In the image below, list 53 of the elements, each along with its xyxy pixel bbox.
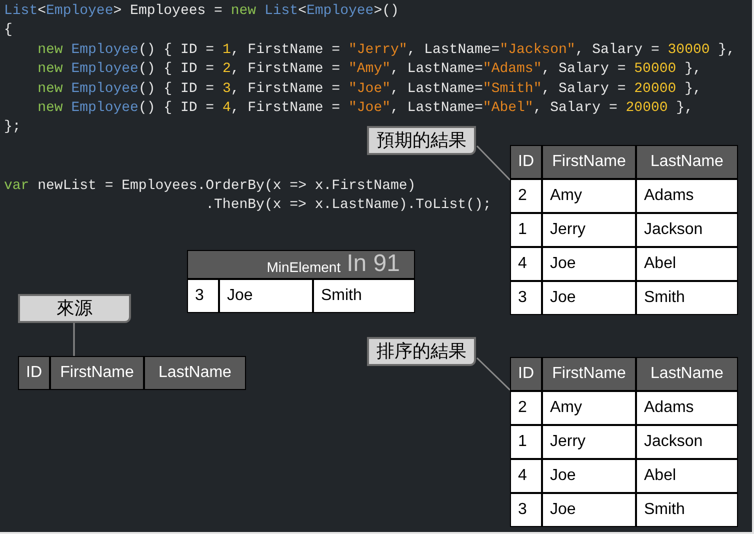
table-cell: Amy — [542, 391, 636, 425]
column-header: FirstName — [50, 356, 144, 390]
code-line: new Employee() { ID = 3, FirstName = "Joe", LastName="Smith", Salary = 20000 }, — [36, 80, 702, 99]
leader-line — [476, 357, 511, 391]
column-header: FirstName — [542, 145, 636, 179]
table-cell: 2 — [510, 179, 542, 213]
table-cell: 1 — [510, 425, 542, 459]
code-line: .ThenBy(x => x.LastName).ToList(); — [204, 196, 492, 216]
code-line: }; — [4, 118, 21, 138]
column-header: ID — [510, 357, 542, 391]
table-cell: 4 — [510, 459, 542, 493]
table-cell: 4 — [510, 247, 542, 281]
column-header: ID — [18, 356, 50, 390]
table-cell: 3 — [187, 279, 219, 313]
code-line: var newList = Employees.OrderBy(x => x.FirstName) — [4, 176, 416, 196]
leader-line — [73, 323, 75, 356]
code-line: new Employee() { ID = 2, FirstName = "Amy", LastName="Adams", Salary = 50000 }, — [36, 60, 702, 80]
table-cell: Joe — [219, 279, 313, 313]
column-header: LastName — [144, 356, 246, 390]
code-line: List<Employee> Employees = new List<Employee>() — [4, 2, 399, 21]
table-cell: Jackson — [636, 213, 738, 247]
table-cell: 3 — [510, 281, 542, 315]
table-cell: Jackson — [636, 425, 738, 459]
column-header: LastName — [636, 357, 738, 391]
table-cell: Smith — [636, 281, 738, 315]
callout-label: 來源 — [18, 294, 131, 323]
column-header: FirstName — [542, 357, 636, 391]
column-header: ID — [510, 145, 542, 179]
step-label: In 91 — [346, 250, 400, 278]
column-header: LastName — [636, 145, 738, 179]
table-cell: Smith — [313, 279, 415, 313]
table-cell: Adams — [636, 391, 738, 425]
table-cell: Joe — [542, 459, 636, 493]
table-cell: Amy — [542, 179, 636, 213]
table-cell: Abel — [636, 247, 738, 281]
table-cell: Jerry — [542, 425, 636, 459]
code-line: new Employee() { ID = 1, FirstName = "Jerry", LastName="Jackson", Salary = 30000 }, — [36, 40, 735, 60]
table-cell: Joe — [542, 493, 636, 527]
table-cell: 3 — [510, 493, 542, 527]
leader-line — [476, 145, 511, 181]
code-line: new Employee() { ID = 4, FirstName = "Joe", LastName="Abel", Salary = 20000 }, — [36, 98, 693, 118]
table-cell: Joe — [542, 281, 636, 315]
table-cell: Jerry — [542, 213, 636, 247]
table-cell: Smith — [636, 493, 738, 527]
table-cell: 2 — [510, 391, 542, 425]
code-line: { — [4, 21, 12, 40]
table-title: MinElement — [266, 258, 341, 277]
table-cell: 1 — [510, 213, 542, 247]
table-cell: Adams — [636, 179, 738, 213]
callout-label: 排序的結果 — [367, 337, 476, 366]
table-cell: Joe — [542, 247, 636, 281]
table-cell: Abel — [636, 459, 738, 493]
callout-label: 預期的結果 — [367, 126, 476, 155]
